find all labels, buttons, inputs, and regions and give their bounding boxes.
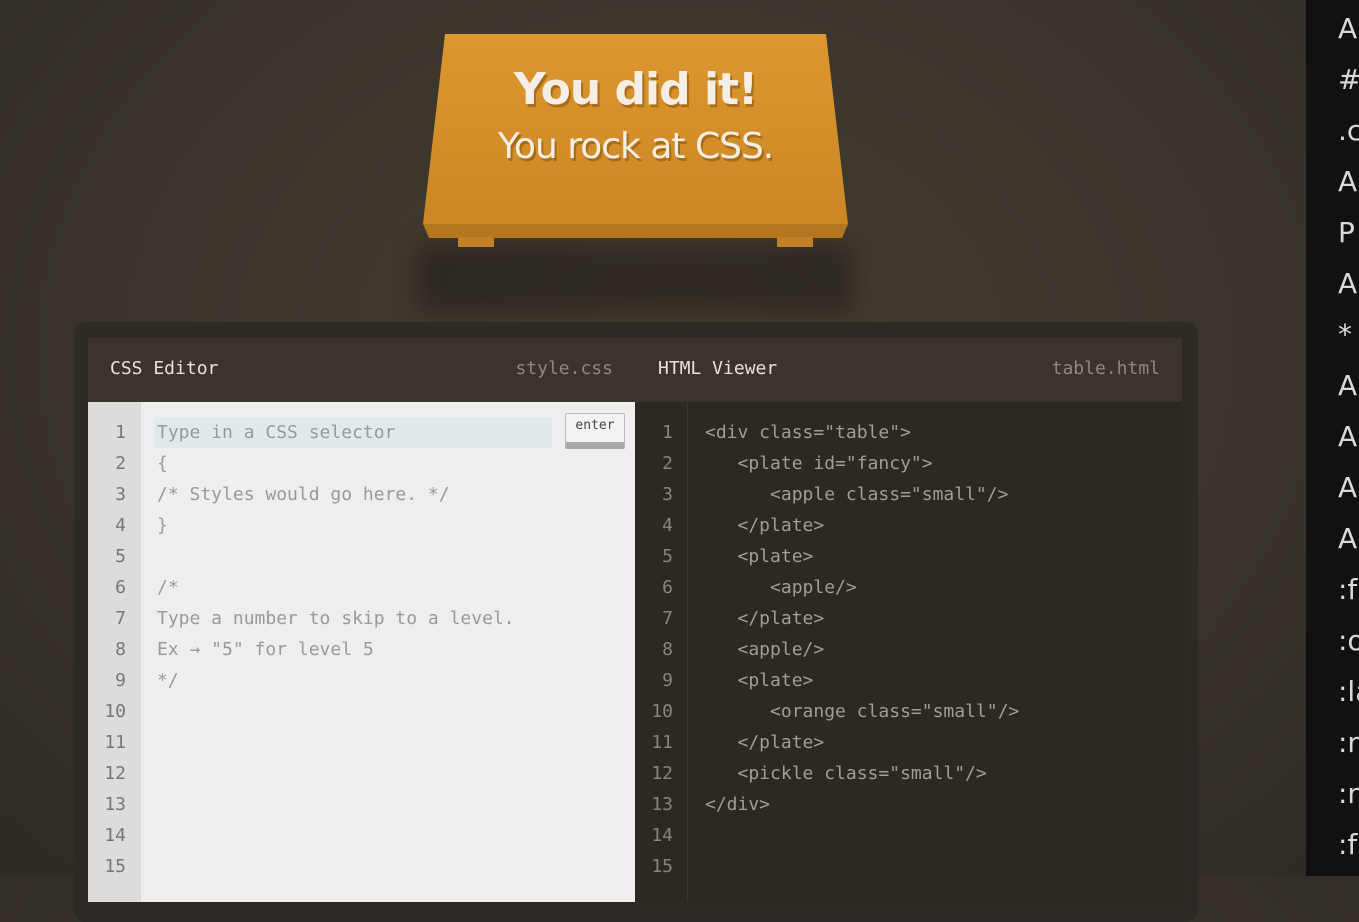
level-item[interactable]: :o: [1338, 624, 1359, 657]
level-item[interactable]: :la: [1338, 675, 1359, 708]
line-number: 13: [651, 794, 673, 815]
code-line: /*: [157, 577, 179, 598]
css-editor-filename: style.css: [515, 358, 613, 379]
line-number: 2: [662, 453, 673, 474]
code-line: }: [157, 515, 168, 536]
line-number: 2: [115, 453, 126, 474]
line-number: 9: [662, 670, 673, 691]
level-item[interactable]: A: [1338, 522, 1357, 555]
markup-line[interactable]: </plate>: [705, 727, 825, 758]
line-number: 1: [115, 422, 126, 443]
level-item[interactable]: .c: [1338, 114, 1359, 147]
line-number: 3: [115, 484, 126, 505]
line-number: 7: [662, 608, 673, 629]
markup-line[interactable]: </plate>: [705, 510, 825, 541]
line-number: 5: [662, 546, 673, 567]
level-item[interactable]: P: [1338, 216, 1355, 249]
markup-line[interactable]: <plate id="fancy">: [705, 448, 933, 479]
line-number: 4: [662, 515, 673, 536]
css-editor-header: CSS Editor style.css: [88, 338, 635, 402]
line-number: 12: [104, 763, 126, 784]
markup-line[interactable]: <orange class="small"/>: [705, 696, 1019, 727]
code-line: {: [157, 453, 168, 474]
line-number: 8: [115, 639, 126, 660]
css-editor-title: CSS Editor: [110, 358, 219, 379]
line-number: 12: [651, 763, 673, 784]
level-item[interactable]: A: [1338, 420, 1357, 453]
level-item[interactable]: :f: [1338, 573, 1357, 606]
markup-line[interactable]: <apple class="small"/>: [705, 479, 1008, 510]
css-selector-input[interactable]: [154, 417, 552, 448]
html-line-gutter: 1 2 3 4 5 6 7 8 9 10 11 12 13 14 15: [635, 402, 688, 902]
level-item[interactable]: A: [1338, 165, 1357, 198]
line-number: 8: [662, 639, 673, 660]
level-item[interactable]: A: [1338, 471, 1357, 504]
markup-line[interactable]: </div>: [705, 789, 770, 820]
code-line: */: [157, 670, 179, 691]
markup-line[interactable]: <plate>: [705, 541, 814, 572]
markup-line[interactable]: <div class="table">: [705, 417, 911, 448]
line-number: 15: [651, 856, 673, 877]
table-edge: [423, 224, 848, 238]
markup-line[interactable]: <pickle class="small"/>: [705, 758, 987, 789]
success-heading: You did it!: [513, 64, 758, 115]
line-number: 10: [104, 701, 126, 722]
markup-line[interactable]: <plate>: [705, 665, 814, 696]
css-line-gutter: 1 2 3 4 5 6 7 8 9 10 11 12 13 14 15: [88, 402, 141, 902]
line-number: 13: [104, 794, 126, 815]
line-number: 10: [651, 701, 673, 722]
enter-button[interactable]: enter: [565, 413, 625, 449]
line-number: 1: [662, 422, 673, 443]
table-shadow: [417, 244, 854, 314]
level-item[interactable]: *: [1338, 318, 1352, 351]
level-item[interactable]: :n: [1338, 726, 1359, 759]
success-table: You did it! You rock at CSS.: [417, 34, 854, 314]
markup-line[interactable]: <apple/>: [705, 572, 857, 603]
level-item[interactable]: :f: [1338, 828, 1357, 861]
level-item[interactable]: :n: [1338, 777, 1359, 810]
html-viewer-title: HTML Viewer: [658, 358, 778, 379]
css-editor: 1 2 3 4 5 6 7 8 9 10 11 12 13 14 15 ente…: [88, 402, 635, 902]
line-number: 9: [115, 670, 126, 691]
line-number: 15: [104, 856, 126, 877]
line-number: 11: [104, 732, 126, 753]
level-item[interactable]: A: [1338, 12, 1357, 45]
line-number: 14: [651, 825, 673, 846]
line-number: 6: [115, 577, 126, 598]
line-number: 7: [115, 608, 126, 629]
line-number: 14: [104, 825, 126, 846]
level-item[interactable]: #: [1338, 63, 1359, 96]
success-subheading: You rock at CSS.: [497, 126, 775, 167]
level-item[interactable]: A: [1338, 369, 1357, 402]
level-item[interactable]: A: [1338, 267, 1357, 300]
table-leg-right: [777, 237, 813, 247]
line-number: 3: [662, 484, 673, 505]
line-number: 11: [651, 732, 673, 753]
code-line: /* Styles would go here. */: [157, 484, 450, 505]
level-sidebar: A # .c A P A * A A A A :f :o :la :n :n :…: [1306, 0, 1359, 876]
markup-line[interactable]: </plate>: [705, 603, 825, 634]
line-number: 4: [115, 515, 126, 536]
table-leg-left: [458, 237, 494, 247]
code-line: Ex → "5" for level 5: [157, 639, 374, 660]
code-line: Type a number to skip to a level.: [157, 608, 515, 629]
html-viewer-header: HTML Viewer table.html: [635, 338, 1182, 402]
markup-line[interactable]: <apple/>: [705, 634, 825, 665]
html-viewer-filename: table.html: [1051, 358, 1160, 379]
line-number: 6: [662, 577, 673, 598]
line-number: 5: [115, 546, 126, 567]
html-viewer: 1 2 3 4 5 6 7 8 9 10 11 12 13 14 15 <div…: [635, 402, 1182, 902]
